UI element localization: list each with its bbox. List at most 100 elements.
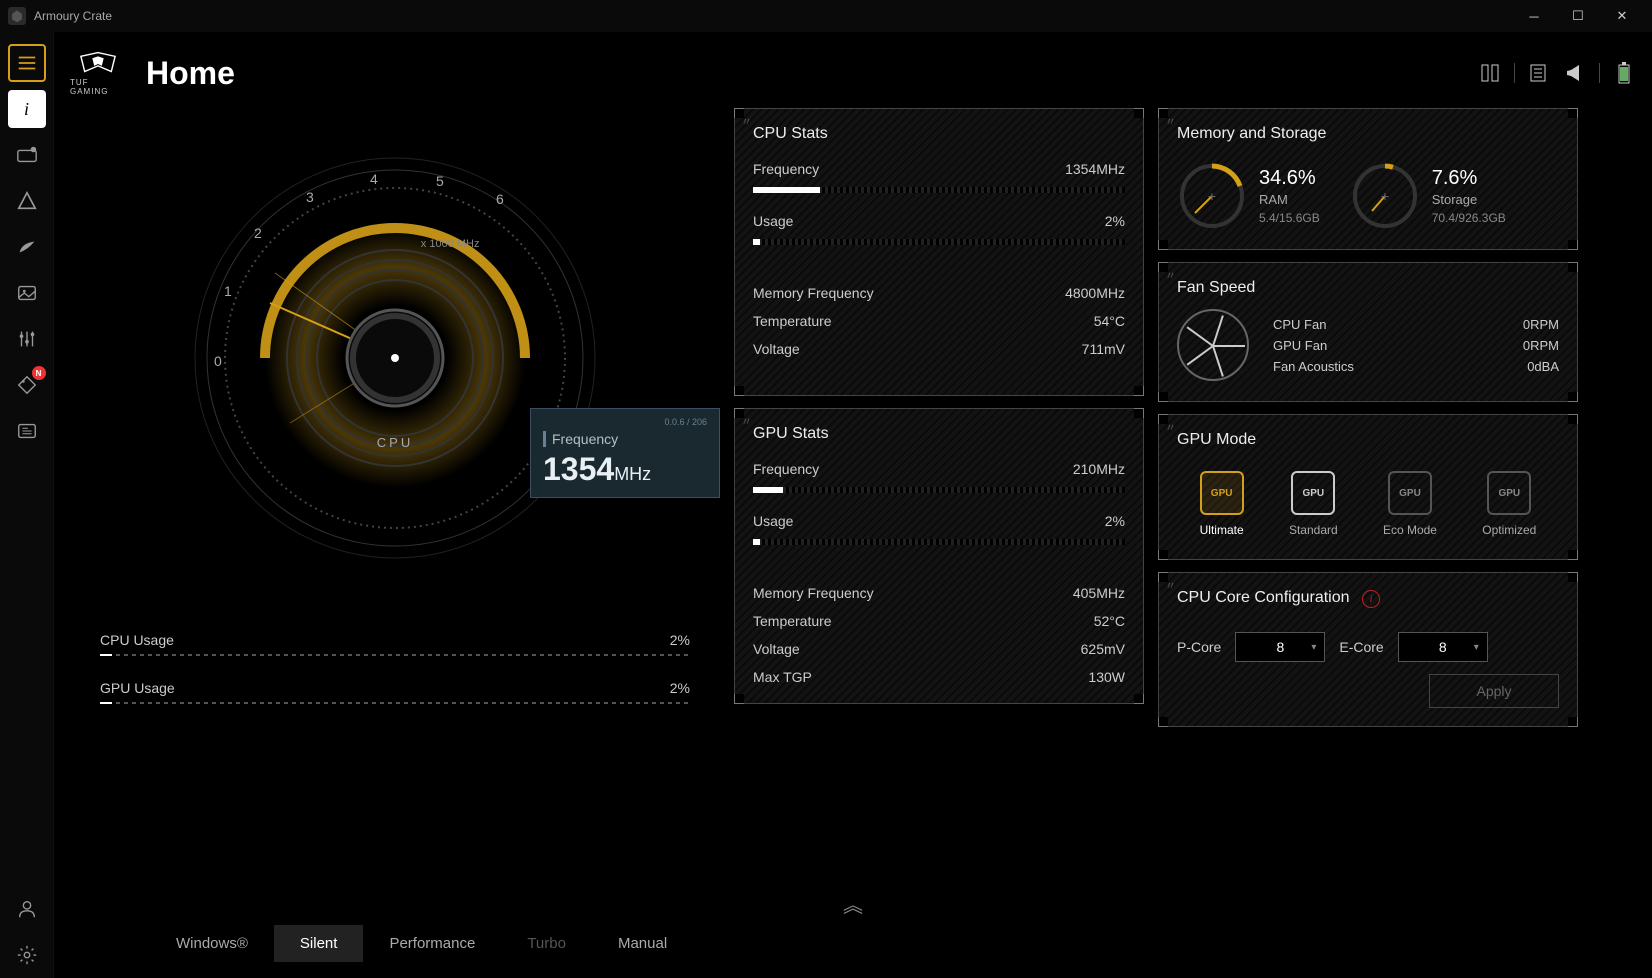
- sidebar-news-icon[interactable]: [8, 412, 46, 450]
- ultimate-icon: GPU: [1200, 471, 1244, 515]
- cpu-core-config-title: CPU Core Configuration i: [1177, 585, 1559, 620]
- sidebar-sliders-icon[interactable]: [8, 320, 46, 358]
- gpu-mode-eco[interactable]: GPU Eco Mode: [1383, 471, 1437, 537]
- sidebar-settings-icon[interactable]: [8, 936, 46, 974]
- cpu-usage-stat-value: 2%: [1105, 213, 1125, 229]
- list-icon[interactable]: [1527, 61, 1551, 85]
- tick-6: 6: [496, 191, 504, 207]
- brand-text: TUF GAMING: [70, 78, 126, 96]
- eco-icon: GPU: [1388, 471, 1432, 515]
- gpu-volt-label: Voltage: [753, 641, 800, 657]
- cpu-temp-value: 54°C: [1094, 313, 1125, 329]
- sidebar-keyboard-icon[interactable]: [8, 136, 46, 174]
- fan-acoustic-value: 0dBA: [1527, 359, 1559, 374]
- memory-storage-title: Memory and Storage: [1177, 121, 1559, 155]
- gpu-usage-value: 2%: [670, 680, 690, 696]
- cpu-temp-label: Temperature: [753, 313, 832, 329]
- gpu-memfreq-value: 405MHz: [1073, 585, 1125, 601]
- app-title: Armoury Crate: [34, 9, 1512, 23]
- ram-pct: 34.6%: [1259, 167, 1320, 190]
- gpu-stats-title: GPU Stats: [753, 421, 1125, 455]
- gpu-freq-label: Frequency: [753, 461, 819, 477]
- layout-icon[interactable]: [1478, 61, 1502, 85]
- header-actions: [1478, 61, 1636, 85]
- fan-gpu-label: GPU Fan: [1273, 338, 1327, 353]
- callout-context: 0.0.6 / 206: [543, 417, 707, 427]
- tick-2: 2: [254, 225, 262, 241]
- sidebar-user-icon[interactable]: [8, 890, 46, 928]
- tab-silent[interactable]: Silent: [274, 925, 364, 962]
- storage-gauge: + 7.6% Storage 70.4/926.3GB: [1350, 161, 1506, 231]
- svg-text:+: +: [1381, 188, 1389, 204]
- callout-value: 1354MHz: [543, 451, 707, 488]
- ram-name: RAM: [1259, 192, 1320, 207]
- profile-tabs: Windows® Silent Performance Turbo Manual: [150, 925, 693, 962]
- apply-button[interactable]: Apply: [1429, 674, 1559, 708]
- gpu-mode-ultimate[interactable]: GPU Ultimate: [1200, 471, 1244, 537]
- expand-arrow-icon[interactable]: ︽: [843, 889, 863, 918]
- sidebar: i N: [0, 32, 54, 978]
- tab-turbo[interactable]: Turbo: [501, 925, 592, 962]
- battery-icon[interactable]: [1612, 61, 1636, 85]
- minimize-button[interactable]: ─: [1512, 0, 1556, 32]
- gpu-temp-value: 52°C: [1094, 613, 1125, 629]
- tab-manual[interactable]: Manual: [592, 925, 693, 962]
- gpu-stats-panel: 〃 GPU Stats Frequency210MHz Usage2% Memo…: [734, 408, 1144, 704]
- header: TUF GAMING Home: [70, 38, 1636, 108]
- fan-speed-panel: 〃 Fan Speed CPU Fan0RPM GPU Fan0RPM Fan …: [1158, 262, 1578, 402]
- close-button[interactable]: ✕: [1600, 0, 1644, 32]
- brand-logo: TUF GAMING: [70, 45, 126, 101]
- pcore-select[interactable]: 8: [1235, 632, 1325, 662]
- fan-cpu-value: 0RPM: [1523, 317, 1559, 332]
- gpu-volt-value: 625mV: [1081, 641, 1125, 657]
- sidebar-triangle-icon[interactable]: [8, 182, 46, 220]
- fan-acoustic-label: Fan Acoustics: [1273, 359, 1354, 374]
- gpu-usage-label: GPU Usage: [100, 680, 175, 696]
- gpu-usage-stat-label: Usage: [753, 513, 793, 529]
- sidebar-tag-icon[interactable]: N: [8, 366, 46, 404]
- gauge-unit: x 1000 MHz: [421, 238, 480, 250]
- tab-windows[interactable]: Windows®: [150, 925, 274, 962]
- maximize-button[interactable]: ☐: [1556, 0, 1600, 32]
- title-bar: Armoury Crate ─ ☐ ✕: [0, 0, 1652, 32]
- tick-3: 3: [306, 189, 314, 205]
- storage-name: Storage: [1432, 192, 1506, 207]
- cpu-freq-value: 1354MHz: [1065, 161, 1125, 177]
- tab-performance[interactable]: Performance: [363, 925, 501, 962]
- cpu-volt-label: Voltage: [753, 341, 800, 357]
- cpu-memfreq-value: 4800MHz: [1065, 285, 1125, 301]
- gpu-mode-optimized[interactable]: GPU Optimized: [1482, 471, 1536, 537]
- ram-gauge: + 34.6% RAM 5.4/15.6GB: [1177, 161, 1320, 231]
- gpu-mode-panel: 〃 GPU Mode GPU Ultimate GPU Standard GPU…: [1158, 414, 1578, 560]
- gpu-memfreq-label: Memory Frequency: [753, 585, 874, 601]
- frequency-callout: 0.0.6 / 206 Frequency 1354MHz: [530, 408, 720, 498]
- fan-cpu-label: CPU Fan: [1273, 317, 1326, 332]
- memory-storage-panel: 〃 Memory and Storage + 34.6% RAM: [1158, 108, 1578, 250]
- page-title: Home: [146, 55, 235, 92]
- ecore-label: E-Core: [1339, 639, 1383, 655]
- new-badge: N: [32, 366, 46, 380]
- gpu-usage-row: GPU Usage 2%: [100, 680, 690, 704]
- gpu-mode-title: GPU Mode: [1177, 427, 1559, 461]
- sidebar-image-icon[interactable]: [8, 274, 46, 312]
- app-icon: [8, 7, 26, 25]
- fan-icon: [1177, 309, 1249, 381]
- sidebar-leaf-icon[interactable]: [8, 228, 46, 266]
- ecore-select[interactable]: 8: [1398, 632, 1488, 662]
- gpu-mode-standard[interactable]: GPU Standard: [1289, 471, 1338, 537]
- tick-1: 1: [224, 283, 232, 299]
- cpu-usage-row: CPU Usage 2%: [100, 632, 690, 656]
- cpu-memfreq-label: Memory Frequency: [753, 285, 874, 301]
- sidebar-hamburger[interactable]: [8, 44, 46, 82]
- storage-pct: 7.6%: [1432, 167, 1506, 190]
- sidebar-info[interactable]: i: [8, 90, 46, 128]
- gpu-freq-value: 210MHz: [1073, 461, 1125, 477]
- megaphone-icon[interactable]: [1563, 61, 1587, 85]
- info-icon[interactable]: i: [1362, 590, 1380, 608]
- cpu-volt-value: 711mV: [1082, 341, 1125, 357]
- gauge-cpu-label: CPU: [377, 435, 413, 450]
- storage-detail: 70.4/926.3GB: [1432, 211, 1506, 225]
- cpu-gauge: CPU x 1000 MHz 0 1 2 3 4 5 6 0.0.6 / 206…: [70, 108, 720, 608]
- optimized-icon: GPU: [1487, 471, 1531, 515]
- cpu-usage-label: CPU Usage: [100, 632, 174, 648]
